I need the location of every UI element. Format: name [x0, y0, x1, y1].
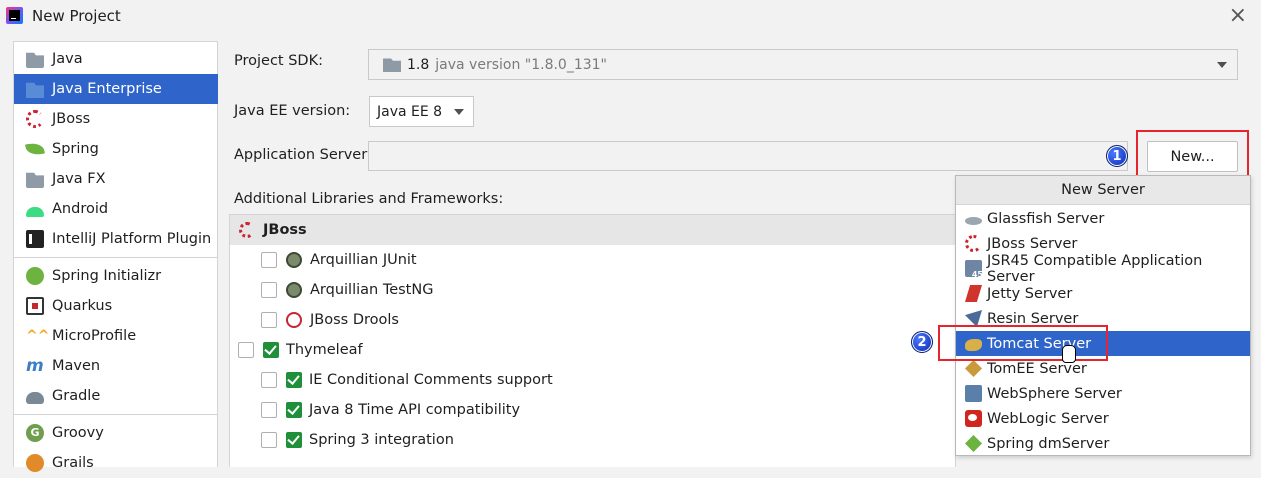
sidebar-item-java-enterprise[interactable]: Java Enterprise	[14, 74, 218, 104]
sidebar-item-jboss[interactable]: JBoss	[14, 104, 218, 134]
thymeleaf-icon	[263, 342, 279, 358]
sidebar-item-java[interactable]: Java	[14, 44, 218, 74]
java-ee-version-value: Java EE 8	[377, 103, 443, 120]
popup-title: New Server	[956, 176, 1250, 205]
sidebar-divider	[14, 257, 218, 258]
folder-icon	[26, 172, 44, 188]
library-row[interactable]: JBoss Drools	[261, 305, 399, 335]
project-type-list: Java Java Enterprise JBoss Spring Java F…	[13, 41, 218, 472]
intellij-icon	[26, 230, 44, 248]
server-item-weblogic[interactable]: WebLogic Server	[956, 406, 1250, 431]
websphere-icon	[965, 385, 982, 402]
sidebar-item-spring-initializr[interactable]: Spring Initializr	[14, 261, 218, 291]
jsr45-icon	[965, 260, 983, 279]
spring-initializr-icon	[26, 267, 44, 285]
library-checkbox[interactable]	[261, 312, 277, 328]
thymeleaf-icon	[286, 372, 302, 388]
server-item-glassfish[interactable]: Glassfish Server	[956, 206, 1250, 231]
server-item-websphere[interactable]: WebSphere Server	[956, 381, 1250, 406]
library-row[interactable]: Thymeleaf	[238, 335, 363, 365]
library-row[interactable]: Spring 3 integration	[261, 425, 454, 455]
tomee-icon	[965, 360, 982, 377]
maven-icon: m	[26, 356, 44, 376]
java-enterprise-icon	[26, 82, 44, 98]
libraries-label: Additional Libraries and Frameworks:	[234, 191, 504, 207]
library-checkbox[interactable]	[238, 342, 254, 358]
application-server-label: Application Server:	[234, 147, 372, 163]
java-ee-version-dropdown[interactable]: Java EE 8	[369, 96, 474, 127]
drools-icon	[286, 312, 302, 328]
library-row[interactable]: Arquillian JUnit	[261, 245, 417, 275]
application-server-field[interactable]	[368, 141, 1128, 171]
new-server-popup: New Server Glassfish Server JBoss Server…	[955, 175, 1251, 456]
gradle-icon	[26, 392, 44, 404]
glassfish-icon	[965, 217, 982, 225]
sidebar-item-spring[interactable]: Spring	[14, 134, 218, 164]
project-sdk-label: Project SDK:	[234, 53, 323, 69]
library-checkbox[interactable]	[261, 402, 277, 418]
library-checkbox[interactable]	[261, 432, 277, 448]
groovy-icon: G	[26, 424, 44, 442]
thymeleaf-icon	[286, 432, 302, 448]
close-icon[interactable]: ×	[1229, 3, 1247, 28]
quarkus-icon	[26, 297, 44, 315]
sidebar-divider	[14, 414, 218, 415]
jdk-folder-icon	[383, 58, 401, 72]
sidebar-item-groovy[interactable]: G Groovy	[14, 418, 218, 448]
library-group-jboss[interactable]: JBoss	[230, 215, 956, 245]
sidebar-item-quarkus[interactable]: Quarkus	[14, 291, 218, 321]
jetty-icon	[965, 285, 982, 302]
sidebar-item-maven[interactable]: m Maven	[14, 351, 218, 381]
java-ee-version-label: Java EE version:	[234, 103, 351, 119]
library-checkbox[interactable]	[261, 372, 277, 388]
thymeleaf-icon	[286, 402, 302, 418]
arquillian-icon	[286, 252, 302, 268]
sdk-version: 1.8	[407, 56, 430, 73]
library-checkbox[interactable]	[261, 282, 277, 298]
sidebar-item-javafx[interactable]: Java FX	[14, 164, 218, 194]
sidebar-item-grails[interactable]: Grails	[14, 448, 218, 478]
sidebar-item-intellij-plugin[interactable]: IntelliJ Platform Plugin	[14, 224, 218, 254]
annotation-highlight-new-button	[1136, 130, 1249, 181]
intellij-app-icon	[6, 7, 23, 24]
spring-dm-icon	[965, 435, 982, 452]
jboss-icon	[239, 222, 255, 238]
project-sdk-dropdown[interactable]: 1.8 java version "1.8.0_131"	[368, 49, 1238, 80]
library-row[interactable]: Arquillian TestNG	[261, 275, 433, 305]
sidebar-item-microprofile[interactable]: ^^ MicroProfile	[14, 321, 218, 351]
grails-icon	[26, 454, 44, 472]
server-item-jsr45[interactable]: JSR45 Compatible Application Server	[956, 253, 1250, 285]
libraries-tree: JBoss Arquillian JUnit Arquillian TestNG…	[229, 214, 956, 467]
server-item-jetty[interactable]: Jetty Server	[956, 281, 1250, 306]
hand-cursor-icon	[1062, 345, 1076, 363]
library-row[interactable]: IE Conditional Comments support	[261, 365, 553, 395]
annotation-highlight-tomcat	[938, 325, 1108, 361]
folder-icon	[26, 52, 44, 68]
annotation-badge-2: 2	[911, 331, 933, 353]
spring-leaf-icon	[25, 141, 45, 157]
chevron-down-icon	[1217, 62, 1227, 68]
window-title: New Project	[32, 7, 121, 25]
annotation-badge-1: 1	[1106, 145, 1128, 167]
microprofile-icon: ^^	[26, 328, 50, 344]
jboss-icon	[26, 110, 44, 128]
weblogic-icon	[965, 410, 982, 427]
arquillian-icon	[286, 282, 302, 298]
android-icon	[26, 207, 44, 217]
library-row[interactable]: Java 8 Time API compatibility	[261, 395, 520, 425]
jboss-icon	[965, 235, 982, 252]
library-checkbox[interactable]	[261, 252, 277, 268]
sidebar-item-android[interactable]: Android	[14, 194, 218, 224]
server-item-spring-dm[interactable]: Spring dmServer	[956, 431, 1250, 456]
chevron-down-icon	[454, 109, 464, 115]
sidebar-item-gradle[interactable]: Gradle	[14, 381, 218, 411]
sdk-description: java version "1.8.0_131"	[435, 56, 607, 73]
title-bar: New Project ×	[0, 0, 1261, 34]
